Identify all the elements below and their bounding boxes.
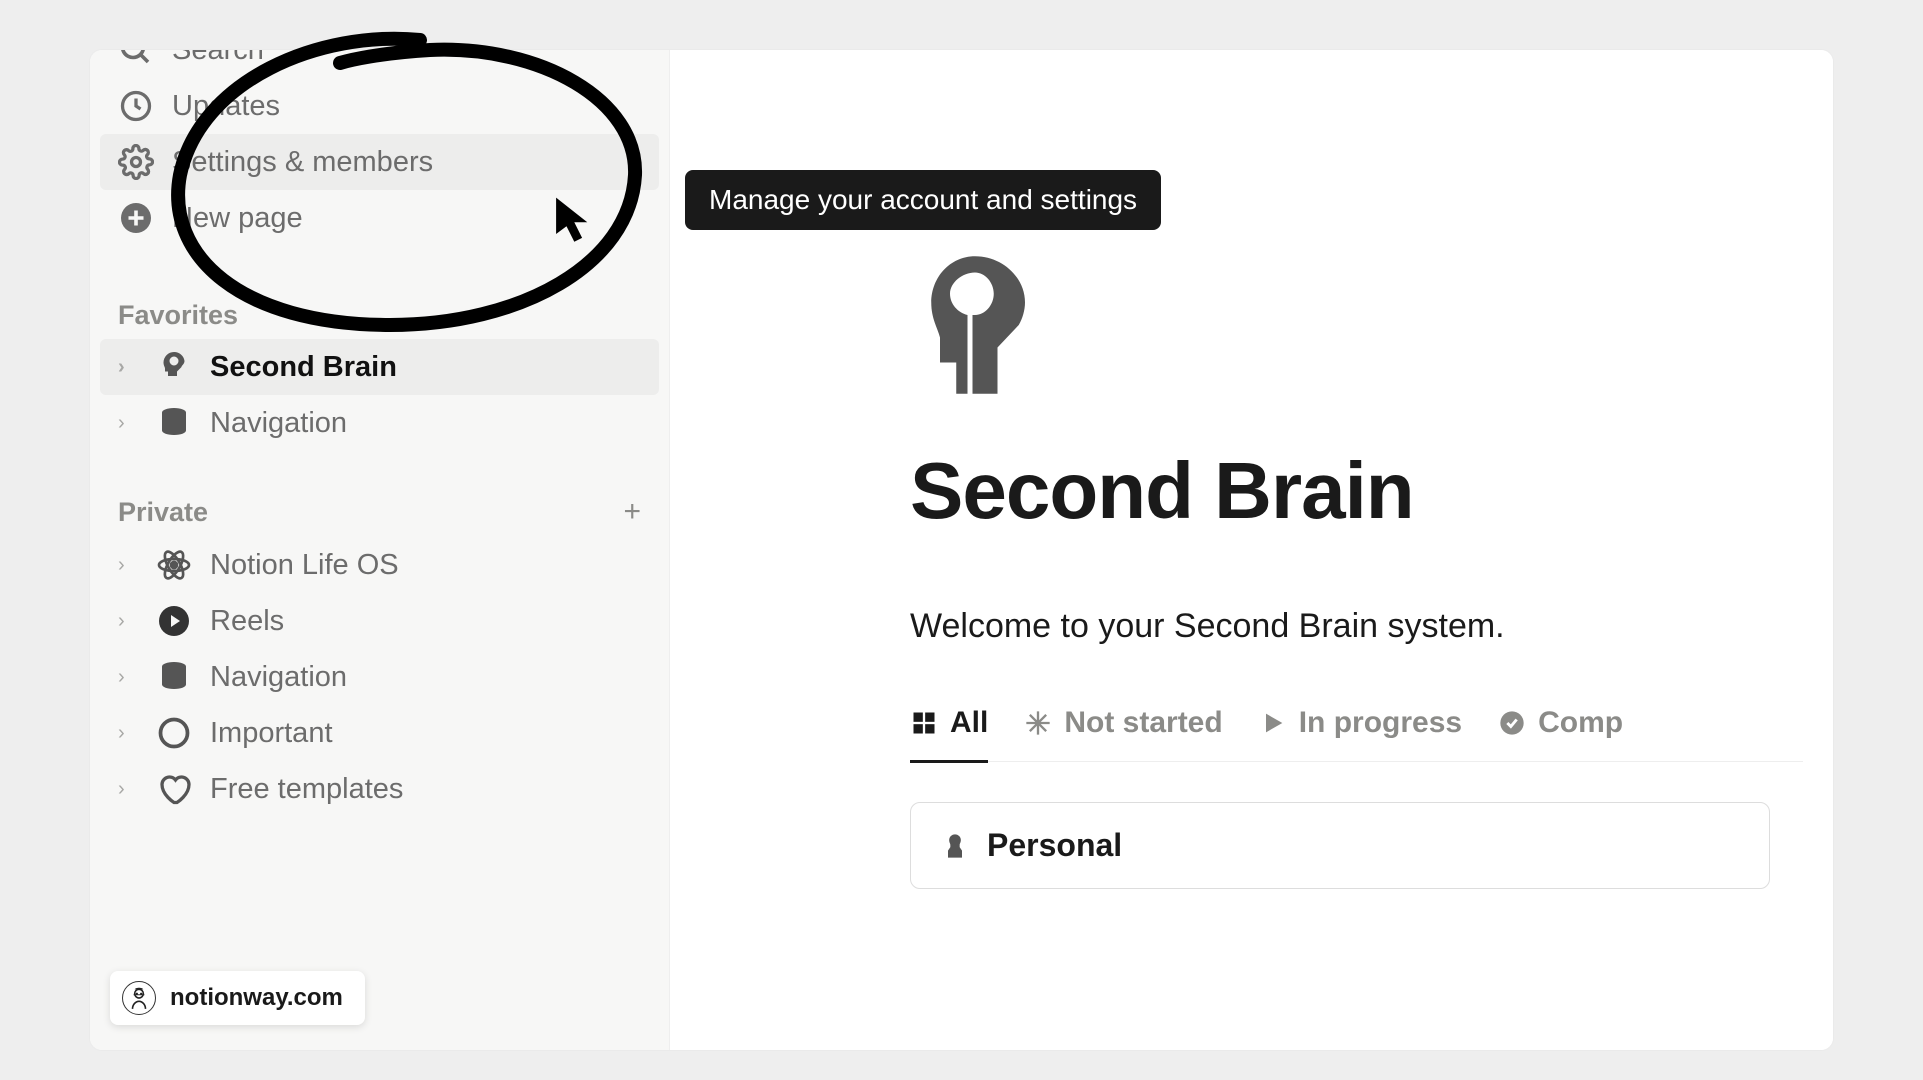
tab-label: All	[950, 706, 988, 740]
page-subtitle: Welcome to your Second Brain system.	[910, 607, 1803, 646]
app-window: Search Updates Settings & members New pa…	[90, 50, 1833, 1050]
sidebar: Search Updates Settings & members New pa…	[90, 50, 670, 1050]
sidebar-item-navigation-fav[interactable]: › Navigation	[100, 395, 659, 451]
watermark-text: notionway.com	[170, 984, 343, 1012]
sidebar-item-reels[interactable]: › Reels	[100, 593, 659, 649]
sidebar-item-free-templates[interactable]: › Free templates	[100, 761, 659, 817]
sidebar-item-second-brain[interactable]: › Second Brain	[100, 339, 659, 395]
sidebar-item-search[interactable]: Search	[100, 50, 659, 78]
sidebar-label: New page	[172, 202, 303, 235]
sidebar-item-updates[interactable]: Updates	[100, 78, 659, 134]
chevron-right-icon[interactable]: ›	[118, 554, 138, 577]
plus-circle-icon	[118, 200, 154, 236]
section-title: Favorites	[118, 300, 238, 331]
chevron-right-icon[interactable]: ›	[118, 722, 138, 745]
tab-in-progress[interactable]: In progress	[1259, 706, 1462, 763]
sidebar-label: Important	[210, 717, 333, 750]
heart-outline-icon	[156, 771, 192, 807]
sidebar-label: Search	[172, 50, 264, 67]
tab-completed[interactable]: Comp	[1498, 706, 1623, 763]
sidebar-label: Navigation	[210, 407, 347, 440]
sidebar-label: Navigation	[210, 661, 347, 694]
sidebar-label: Free templates	[210, 773, 403, 806]
private-header[interactable]: Private +	[100, 481, 659, 537]
view-tabs: All Not started In progress Comp	[910, 706, 1803, 762]
atom-icon	[156, 547, 192, 583]
section-title: Private	[118, 497, 208, 528]
clock-icon	[118, 88, 154, 124]
sidebar-label: Notion Life OS	[210, 549, 399, 582]
head-icon	[156, 349, 192, 385]
sidebar-label: Settings & members	[172, 146, 433, 179]
sidebar-item-important[interactable]: › Important	[100, 705, 659, 761]
grid-icon	[910, 709, 938, 737]
main-content: Manage your account and settings Second …	[670, 50, 1833, 1050]
play-icon	[1259, 709, 1287, 737]
favorites-header[interactable]: Favorites	[100, 286, 659, 339]
sidebar-item-navigation-priv[interactable]: › Navigation	[100, 649, 659, 705]
snowflake-icon	[1024, 709, 1052, 737]
tab-label: In progress	[1299, 706, 1462, 740]
chevron-right-icon[interactable]: ›	[118, 610, 138, 633]
sidebar-item-new-page[interactable]: New page	[100, 190, 659, 246]
card-label: Personal	[987, 827, 1122, 864]
gear-icon	[118, 144, 154, 180]
page-title: Second Brain	[910, 445, 1803, 537]
page-icon[interactable]	[910, 250, 1803, 405]
chevron-right-icon[interactable]: ›	[118, 356, 138, 379]
person-silhouette-icon	[941, 832, 969, 860]
tab-all[interactable]: All	[910, 706, 988, 763]
card-personal[interactable]: Personal	[910, 802, 1770, 889]
add-page-button[interactable]: +	[623, 495, 641, 529]
chevron-right-icon[interactable]: ›	[118, 778, 138, 801]
search-icon	[118, 50, 154, 68]
check-circle-icon	[1498, 709, 1526, 737]
avatar-icon	[122, 981, 156, 1015]
sidebar-item-notion-life-os[interactable]: › Notion Life OS	[100, 537, 659, 593]
database-icon	[156, 405, 192, 441]
chevron-right-icon[interactable]: ›	[118, 412, 138, 435]
sidebar-item-settings[interactable]: Settings & members	[100, 134, 659, 190]
database-icon	[156, 659, 192, 695]
sidebar-label: Reels	[210, 605, 284, 638]
settings-tooltip: Manage your account and settings	[685, 170, 1161, 230]
chevron-right-icon[interactable]: ›	[118, 666, 138, 689]
sidebar-label: Updates	[172, 90, 280, 123]
circle-icon	[156, 715, 192, 751]
watermark-badge: notionway.com	[110, 971, 365, 1025]
play-circle-icon	[156, 603, 192, 639]
tab-not-started[interactable]: Not started	[1024, 706, 1222, 763]
sidebar-label: Second Brain	[210, 351, 397, 384]
tab-label: Not started	[1064, 706, 1222, 740]
tab-label: Comp	[1538, 706, 1623, 740]
